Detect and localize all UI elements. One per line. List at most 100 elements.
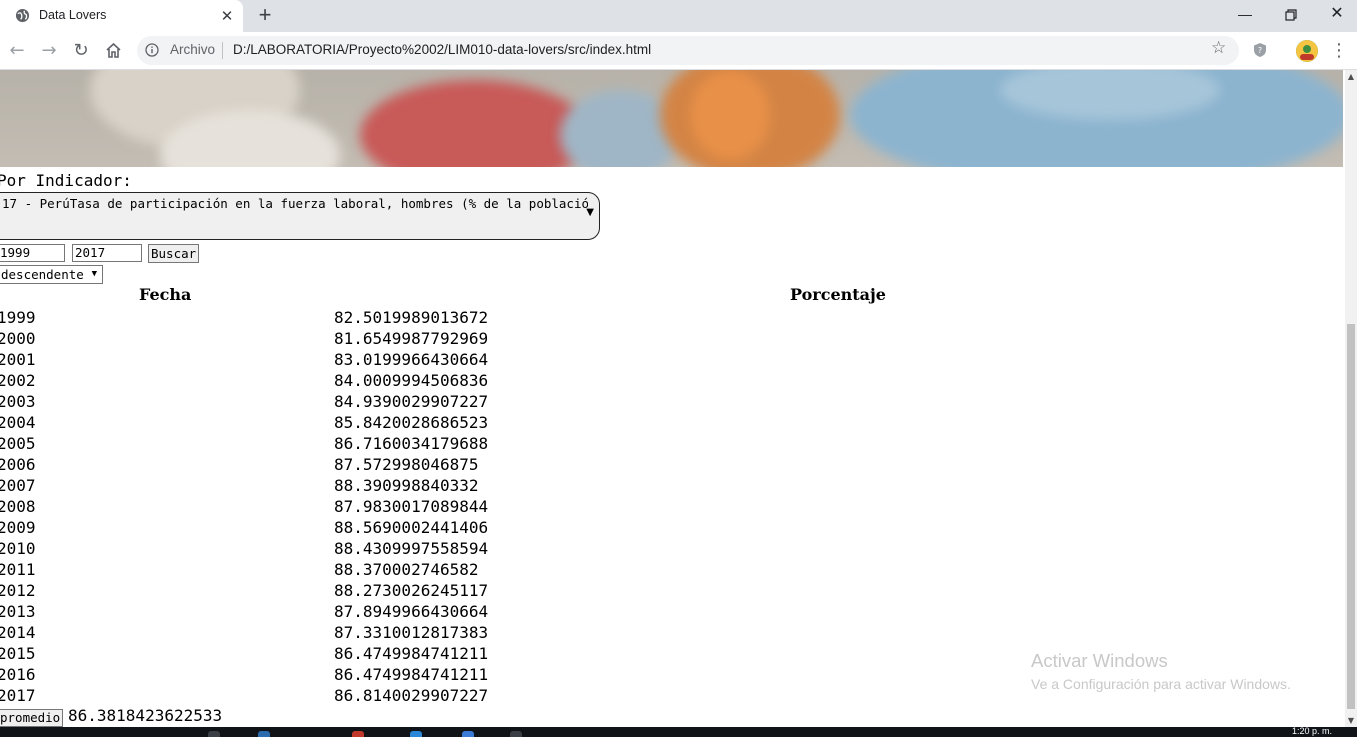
dropdown-arrow-icon: ▼: [586, 207, 594, 218]
close-window-icon[interactable]: ✕: [1314, 0, 1357, 30]
indicator-selected-value: 17 - PerúTasa de participación en la fue…: [2, 196, 588, 211]
activation-watermark-subtitle: Ve a Configuración para activar Windows.: [1031, 676, 1291, 692]
page-viewport: Por Indicador: 17 - PerúTasa de particip…: [0, 70, 1345, 727]
cell-value: 85.8420028686523: [334, 413, 489, 432]
cell-value: 88.5690002441406: [334, 518, 489, 537]
taskbar-icon[interactable]: [510, 731, 522, 737]
url-text[interactable]: D:/LABORATORIA/Proyecto%2002/LIM010-data…: [233, 42, 651, 57]
tab-strip: Data Lovers ✕ + — ✕: [0, 0, 1357, 32]
activation-watermark-title: Activar Windows: [1031, 650, 1168, 671]
close-icon[interactable]: ✕: [217, 6, 237, 26]
cell-year: 2006: [0, 455, 36, 474]
cell-year: 2005: [0, 434, 36, 453]
cell-value: 84.9390029907227: [334, 392, 489, 411]
table-row: 2004 85.8420028686523: [0, 413, 600, 434]
column-header-fecha: Fecha: [139, 285, 192, 304]
vertical-scrollbar[interactable]: ▲ ▼: [1345, 70, 1357, 727]
column-header-porcentaje: Porcentaje: [790, 285, 886, 304]
taskbar-icon[interactable]: [258, 731, 270, 737]
indicator-select[interactable]: 17 - PerúTasa de participación en la fue…: [0, 192, 600, 240]
cell-year: 1999: [0, 308, 36, 327]
cell-value: 83.0199966430664: [334, 350, 489, 369]
cell-year: 2011: [0, 560, 36, 579]
cell-value: 86.8140029907227: [334, 686, 489, 705]
svg-text:?: ?: [1258, 46, 1262, 55]
cell-year: 2000: [0, 329, 36, 348]
avatar[interactable]: [1296, 40, 1318, 62]
cell-year: 2010: [0, 539, 36, 558]
table-row: 2006 87.572998046875: [0, 455, 600, 476]
cell-year: 2009: [0, 518, 36, 537]
forward-icon[interactable]: →: [36, 38, 62, 64]
cell-year: 2017: [0, 686, 36, 705]
taskbar-clock[interactable]: 1:20 p. m.: [1292, 727, 1332, 736]
menu-icon[interactable]: ⋮: [1330, 40, 1348, 62]
scheme-label: Archivo: [170, 42, 216, 57]
cell-value: 88.370002746582: [334, 560, 479, 579]
table-row: 2003 84.9390029907227: [0, 392, 600, 413]
cell-value: 87.9830017089844: [334, 497, 489, 516]
cell-value: 88.4309997558594: [334, 539, 489, 558]
address-bar[interactable]: Archivo D:/LABORATORIA/Proyecto%2002/LIM…: [137, 36, 1239, 65]
cell-value: 87.8949966430664: [334, 602, 489, 621]
table-row: 2012 88.2730026245117: [0, 581, 600, 602]
table-row: 2002 84.0009994506836: [0, 371, 600, 392]
cell-value: 86.4749984741211: [334, 665, 489, 684]
average-button[interactable]: promedio: [0, 709, 64, 727]
minimize-icon[interactable]: —: [1222, 0, 1268, 30]
cell-value: 87.3310012817383: [334, 623, 489, 642]
cell-year: 2014: [0, 623, 36, 642]
cell-year: 2015: [0, 644, 36, 663]
table-row: 2016 86.4749984741211: [0, 665, 600, 686]
indicator-label: Por Indicador:: [0, 171, 132, 190]
table-row: 2009 88.5690002441406: [0, 518, 600, 539]
table-row: 2010 88.4309997558594: [0, 539, 600, 560]
table-row: 2015 86.4749984741211: [0, 644, 600, 665]
table-row: 2008 87.9830017089844: [0, 497, 600, 518]
scroll-up-icon[interactable]: ▲: [1345, 72, 1357, 81]
reload-icon[interactable]: ↻: [68, 38, 94, 64]
scrollbar-thumb[interactable]: [1347, 324, 1355, 709]
cell-year: 2012: [0, 581, 36, 600]
tab-title: Data Lovers: [39, 8, 107, 22]
cell-year: 2007: [0, 476, 36, 495]
cell-value: 88.390998840332: [334, 476, 479, 495]
average-value: 86.3818423622533: [68, 706, 223, 725]
cell-value: 84.0009994506836: [334, 371, 489, 390]
order-selected-value: descendente: [1, 267, 84, 282]
info-icon[interactable]: [145, 43, 159, 57]
back-icon[interactable]: ←: [4, 38, 30, 64]
browser-toolbar: ← → ↻ Archivo D:/LABORATORIA/Proyecto%20…: [0, 32, 1357, 70]
shield-icon[interactable]: ?: [1252, 42, 1268, 58]
taskbar: 1:20 p. m.: [0, 727, 1357, 737]
table-row: 1999 82.5019989013672: [0, 308, 600, 329]
search-button[interactable]: Buscar: [148, 244, 200, 263]
table-row: 2000 81.6549987792969: [0, 329, 600, 350]
star-icon[interactable]: ☆: [1211, 38, 1226, 58]
divider: [222, 42, 223, 59]
cell-year: 2001: [0, 350, 36, 369]
cell-year: 2013: [0, 602, 36, 621]
taskbar-icon[interactable]: [462, 731, 474, 737]
table-row: 2011 88.370002746582: [0, 560, 600, 581]
maximize-icon[interactable]: [1268, 0, 1314, 30]
plus-icon[interactable]: +: [253, 4, 277, 28]
order-select[interactable]: descendente ▼: [0, 265, 103, 284]
taskbar-icon[interactable]: [352, 731, 364, 737]
cell-value: 88.2730026245117: [334, 581, 489, 600]
cell-year: 2008: [0, 497, 36, 516]
cell-year: 2002: [0, 371, 36, 390]
taskbar-icon[interactable]: [208, 731, 220, 737]
cell-year: 2016: [0, 665, 36, 684]
year-to-input[interactable]: 2017: [72, 244, 142, 262]
table-row: 2014 87.3310012817383: [0, 623, 600, 644]
hero-banner-image: [0, 70, 1343, 167]
cell-value: 86.4749984741211: [334, 644, 489, 663]
year-from-input[interactable]: 1999: [0, 244, 65, 262]
scroll-down-icon[interactable]: ▼: [1345, 716, 1357, 725]
home-icon[interactable]: [100, 38, 126, 64]
cell-year: 2003: [0, 392, 36, 411]
browser-tab[interactable]: Data Lovers ✕: [0, 0, 243, 32]
table-row: 2005 86.7160034179688: [0, 434, 600, 455]
taskbar-icon[interactable]: [410, 731, 422, 737]
